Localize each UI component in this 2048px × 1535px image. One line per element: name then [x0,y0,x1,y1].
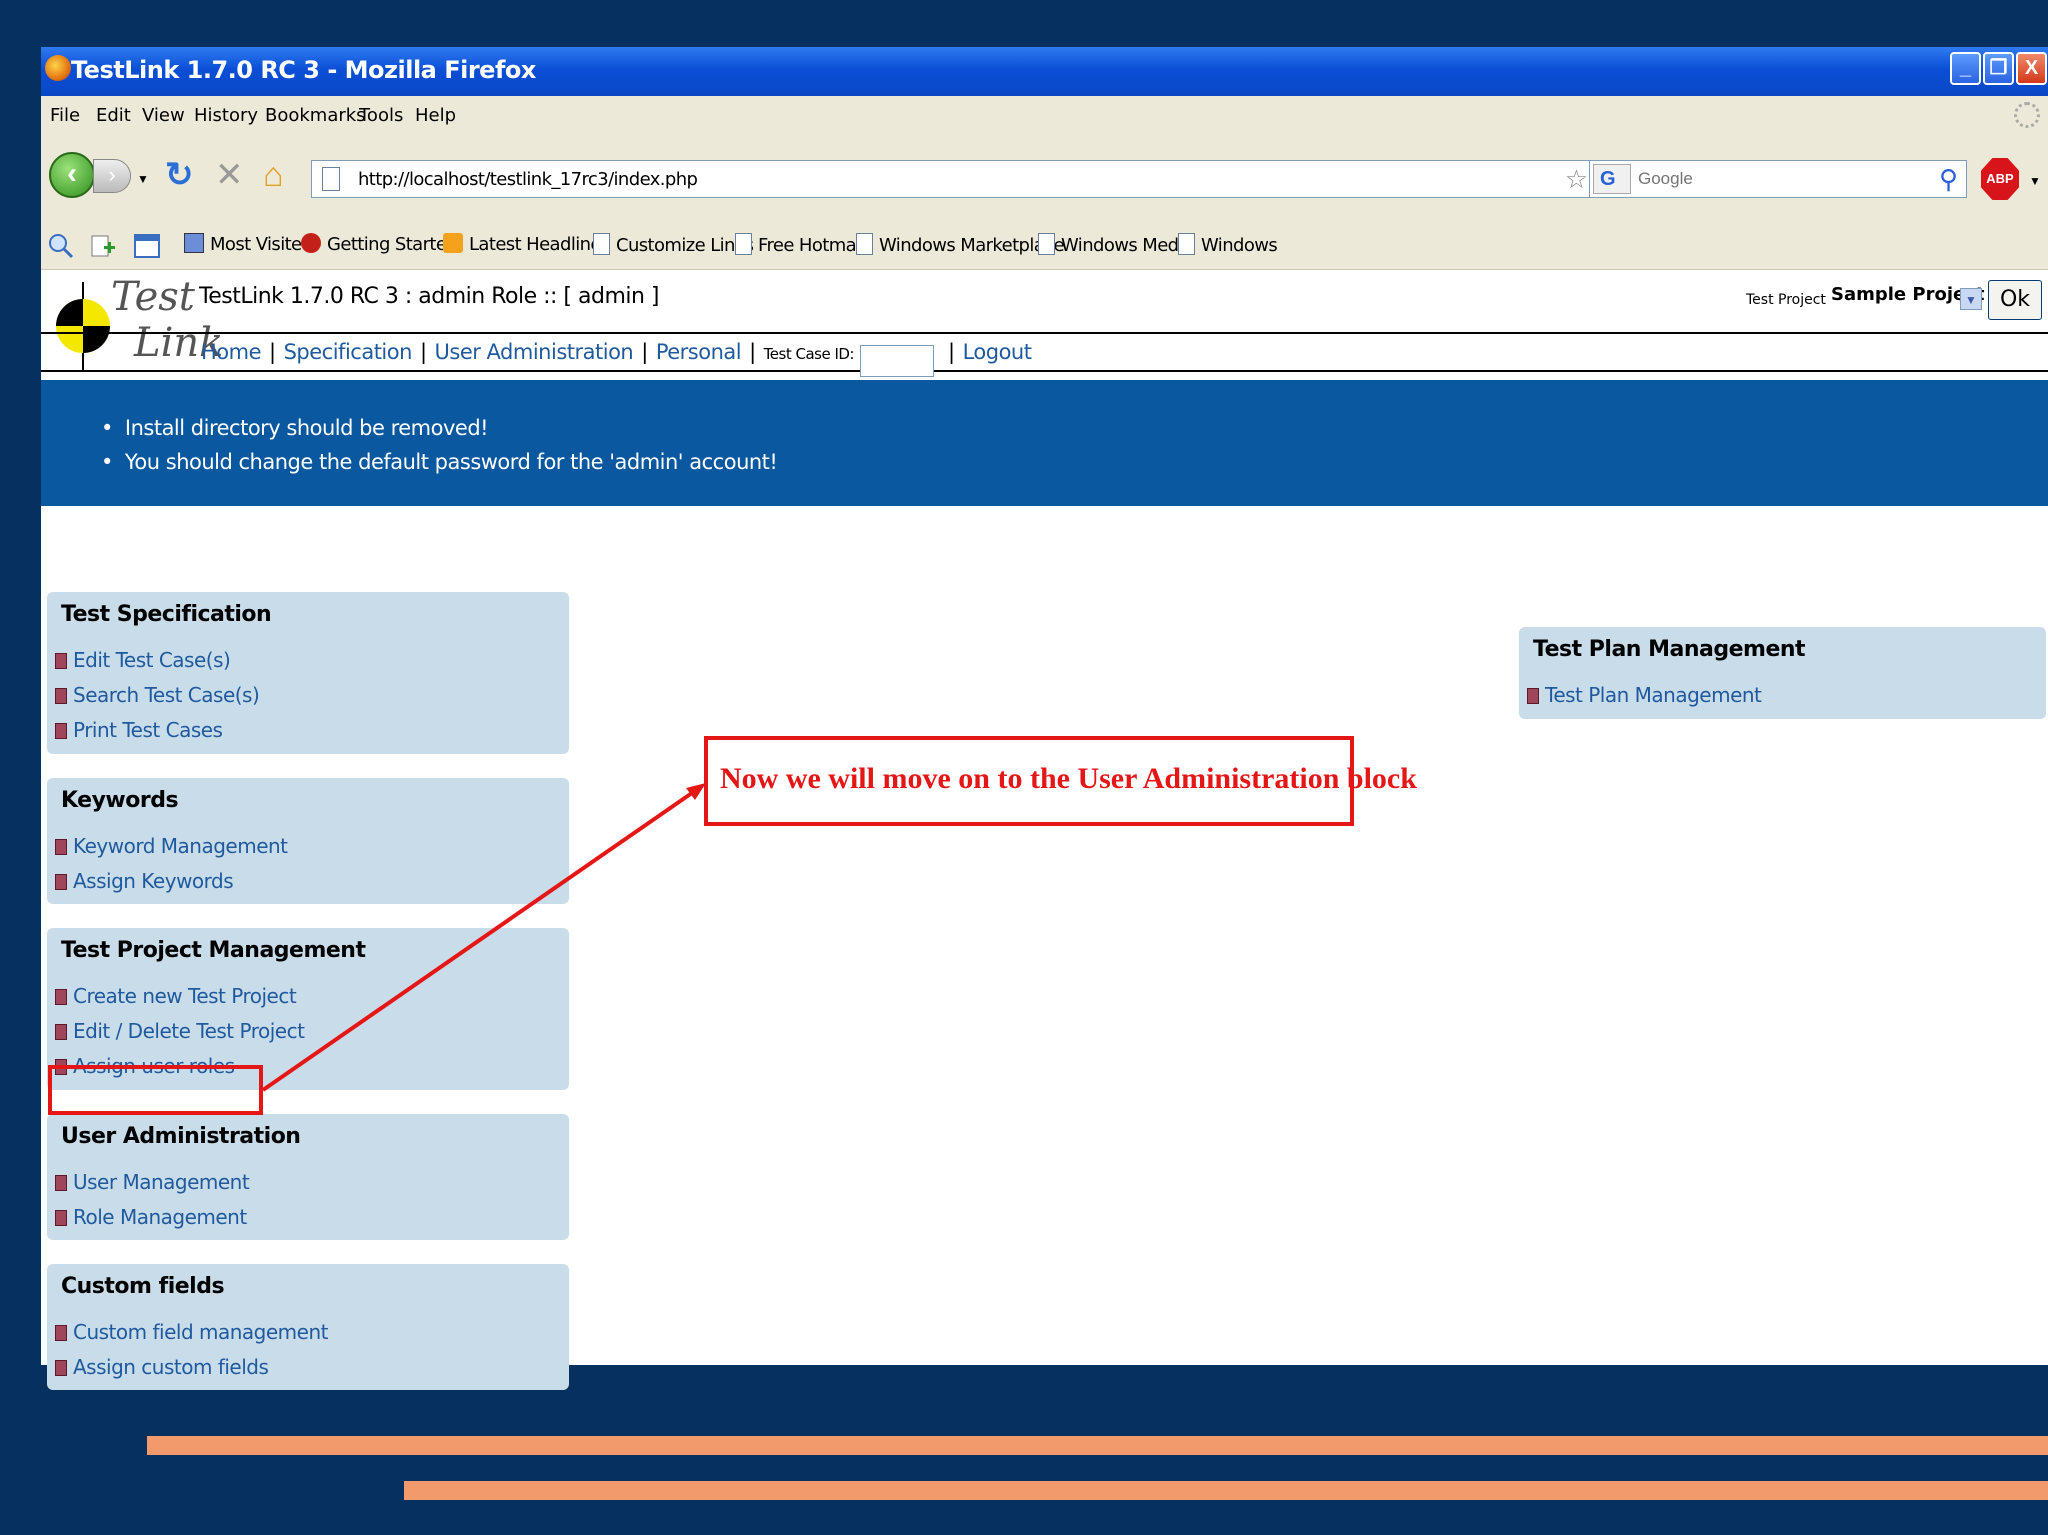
home-icon[interactable]: ⌂ [263,156,284,194]
window-title: TestLink 1.7.0 RC 3 - Mozilla Firefox [71,56,536,84]
title-bar: TestLink 1.7.0 RC 3 - Mozilla Firefox _ … [41,47,2048,96]
block-custom-fields: Custom fields Custom field management As… [47,1264,569,1390]
annotation-text: Now we will move on to the User Administ… [720,762,1417,795]
testcase-id-label: Test Case ID: [763,345,855,363]
nav-personal[interactable]: Personal [656,340,742,364]
maximize-button[interactable]: ❐ [1983,52,2014,85]
stop-icon[interactable]: ✕ [215,156,244,194]
bookmark-most-visited[interactable]: Most Visited [184,233,313,255]
block-keywords: Keywords Keyword Management Assign Keywo… [47,778,569,904]
firefox-icon [45,55,71,81]
menu-help[interactable]: Help [415,105,456,126]
nav-user-administration[interactable]: User Administration [435,340,634,364]
reload-icon[interactable]: ↻ [165,156,194,194]
annotation-callout: Now we will move on to the User Administ… [704,736,1417,826]
url-text: http://localhost/testlink_17rc3/index.ph… [358,169,698,190]
magnifier-icon[interactable] [47,232,75,260]
nav-home[interactable]: Home [201,340,262,364]
logo-text-test: Test [111,274,195,320]
bookmark-star-icon[interactable]: ☆ [1565,164,1588,195]
link-keyword-management[interactable]: Keyword Management [55,834,288,858]
warning-box: Install directory should be removed! You… [41,380,2048,506]
menu-file[interactable]: File [50,105,80,126]
menu-view[interactable]: View [142,105,185,126]
bookmark-windows[interactable]: Windows [1178,233,1278,256]
firefox-window: TestLink 1.7.0 RC 3 - Mozilla Firefox _ … [41,47,2048,1390]
test-project-dropdown-icon[interactable]: ▼ [1960,288,1982,310]
block-heading: Test Specification [61,602,272,627]
back-button[interactable]: ‹ [49,152,95,198]
minimize-button[interactable]: _ [1950,52,1981,85]
link-print-test-cases[interactable]: Print Test Cases [55,718,223,742]
menu-bar: File Edit View History Bookmarks Tools H… [41,96,2048,134]
block-test-plan-management: Test Plan Management Test Plan Managemen… [1519,627,2046,719]
forward-button[interactable]: › [93,159,131,193]
close-button[interactable]: X [2016,52,2047,85]
user-administration-highlight [48,1065,263,1115]
page-icon [322,167,340,191]
nav-specification[interactable]: Specification [284,340,413,364]
testlink-header: Test Link TestLink 1.7.0 RC 3 : admin Ro… [41,270,2048,380]
link-search-test-cases[interactable]: Search Test Case(s) [55,683,260,707]
throbber-icon [2014,102,2040,128]
testcase-id-input[interactable] [859,344,934,377]
google-engine-icon[interactable]: G [1593,164,1631,194]
adblock-dropdown-icon[interactable]: ▼ [2029,174,2041,188]
menu-bookmarks[interactable]: Bookmarks [265,105,366,126]
link-user-management[interactable]: User Management [55,1170,250,1194]
link-assign-custom-fields[interactable]: Assign custom fields [55,1355,269,1379]
menu-history[interactable]: History [194,105,258,126]
link-custom-field-management[interactable]: Custom field management [55,1320,328,1344]
bookmark-latest-headlines[interactable]: Latest Headlines [443,233,610,255]
menu-tools[interactable]: Tools [359,105,403,126]
test-project-label: Test Project [1746,292,1826,308]
add-bookmark-icon[interactable] [89,232,117,260]
search-bar: G ⚲ [1589,160,1967,198]
block-heading: User Administration [61,1124,301,1149]
block-heading: Custom fields [61,1274,225,1299]
adblock-icon[interactable]: ABP [1981,158,2019,200]
bookmark-getting-started[interactable]: Getting Started [301,233,458,255]
bookmarks-toolbar: Most Visited Getting Started Latest Head… [41,220,2048,270]
warning-item: Install directory should be removed! [101,416,777,440]
ok-button[interactable]: Ok [1988,280,2042,320]
warning-item: You should change the default password f… [101,450,778,474]
search-input[interactable] [1638,167,1928,191]
history-dropdown-icon[interactable]: ▼ [137,172,149,186]
decor-stripe-bottom [404,1481,2048,1500]
block-user-administration: User Administration User Management Role… [47,1114,569,1240]
block-heading: Test Project Management [61,938,366,963]
block-test-specification: Test Specification Edit Test Case(s) Sea… [47,592,569,754]
link-edit-test-cases[interactable]: Edit Test Case(s) [55,648,231,672]
testlink-title: TestLink 1.7.0 RC 3 : admin Role :: [ ad… [199,284,660,309]
search-icon[interactable]: ⚲ [1939,164,1958,195]
testlink-nav: Home | Specification | User Administration | P… [41,332,2048,377]
bookmark-windows-media[interactable]: Windows Media [1038,233,1194,256]
decor-stripe-top [147,1436,2048,1455]
menu-edit[interactable]: Edit [96,105,131,126]
link-test-plan-management[interactable]: Test Plan Management [1527,683,1762,707]
bookmark-customize-links[interactable]: Customize Links [593,233,754,256]
block-heading: Test Plan Management [1533,637,1806,662]
link-assign-keywords[interactable]: Assign Keywords [55,869,234,893]
bookmark-windows-marketplace[interactable]: Windows Marketplace [856,233,1065,256]
link-role-management[interactable]: Role Management [55,1205,247,1229]
link-edit-delete-test-project[interactable]: Edit / Delete Test Project [55,1019,305,1043]
bookmark-free-hotmail[interactable]: Free Hotmail [735,233,866,256]
block-heading: Keywords [61,788,179,813]
nav-logout[interactable]: Logout [963,340,1032,364]
url-bar[interactable]: http://localhost/testlink_17rc3/index.ph… [311,160,1619,198]
navigation-toolbar: ‹ › ▼ ↻ ✕ ⌂ http://localhost/testlink_17… [41,134,2048,220]
calendar-icon[interactable] [133,232,161,260]
link-create-test-project[interactable]: Create new Test Project [55,984,297,1008]
